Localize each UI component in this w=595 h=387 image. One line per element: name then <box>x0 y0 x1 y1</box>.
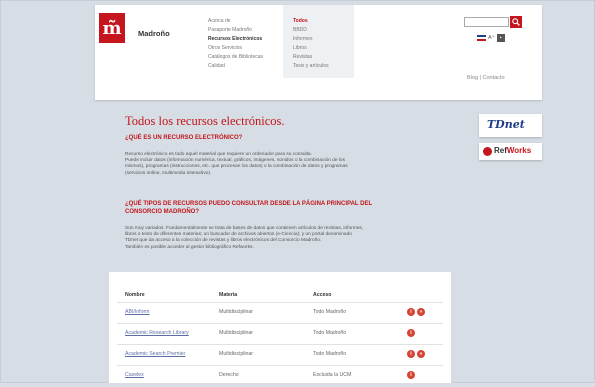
resource-materia: Multidisciplinar <box>219 330 254 336</box>
resource-link[interactable]: Academic Search Premier <box>125 351 185 357</box>
table-row: Caselex Derecho Excluida la UCM i <box>117 365 443 387</box>
english-flag-icon[interactable] <box>477 35 486 41</box>
column-header-acceso[interactable]: Acceso <box>313 292 331 298</box>
resources-table: Nombre Materia Acceso ABI/Inform Multidi… <box>109 272 451 383</box>
search-button[interactable] <box>510 16 522 28</box>
table-row: Academic Research Library Multidisciplin… <box>117 323 443 345</box>
table-row: ABI/Inform Multidisciplinar Todo Madroño… <box>117 302 443 324</box>
paragraph-types: Son muy variados. Fundamentalmente se tr… <box>125 226 364 250</box>
nav-item-acerca[interactable]: Acerca de <box>208 17 263 26</box>
resource-link[interactable]: Academic Research Library <box>125 330 189 336</box>
column-header-materia[interactable]: Materia <box>219 292 237 298</box>
section-heading-types: ¿QUÉ TIPOS DE RECURSOS PUEDO CONSULTAR D… <box>125 201 373 215</box>
paragraph-what-is: Recurso electrónico es todo aquel materi… <box>125 152 348 176</box>
brand-name[interactable]: Madroño <box>138 29 170 38</box>
nav-item-catalogos[interactable]: Catálogos de Bibliotecas <box>208 53 263 62</box>
main-nav: Acerca de Pasaporte Madroño Recursos Ele… <box>208 17 263 71</box>
page-title: Todos los recursos electrónicos. <box>125 114 285 128</box>
print-icon[interactable]: ▪ <box>496 34 505 42</box>
nav-item-calidad[interactable]: Calidad <box>208 62 263 71</box>
sub-nav: Todos BBDD Informes Libros Revistas Tesi… <box>293 17 329 71</box>
subnav-item-bbdd[interactable]: BBDD <box>293 26 329 35</box>
resource-acceso: Todo Madroño <box>313 351 347 357</box>
refworks-icon <box>483 147 492 156</box>
refworks-link[interactable]: RefWorks <box>479 143 542 160</box>
refworks-logo: RefWorks <box>494 146 532 155</box>
search-input[interactable] <box>464 17 509 27</box>
tdnet-logo: TDnet <box>487 118 525 131</box>
info-icon[interactable]: i <box>407 329 415 337</box>
resource-materia: Multidisciplinar <box>219 351 254 357</box>
resource-link[interactable]: Caselex <box>125 372 144 378</box>
subnav-item-libros[interactable]: Libros <box>293 44 329 53</box>
info-icon[interactable]: i <box>407 350 415 358</box>
resource-acceso: Excluida la UCM <box>313 372 352 378</box>
resource-materia: Derecho <box>219 372 239 378</box>
table-row: Academic Search Premier Multidisciplinar… <box>117 344 443 366</box>
subnav-item-revistas[interactable]: Revistas <box>293 53 329 62</box>
subnav-item-informes[interactable]: Informes <box>293 35 329 44</box>
access-icon[interactable]: » <box>417 308 425 316</box>
tdnet-link[interactable]: TDnet <box>479 114 542 137</box>
utility-icons: A⁺ ▪ <box>477 34 505 42</box>
utility-links[interactable]: Blog | Contacto <box>467 75 505 81</box>
resource-link[interactable]: ABI/Inform <box>125 309 150 315</box>
nav-item-otros-servicios[interactable]: Otros Servicios <box>208 44 263 53</box>
madrono-logo[interactable]: m̃ <box>99 13 125 43</box>
subnav-item-todos[interactable]: Todos <box>293 17 329 26</box>
section-heading-what-is: ¿QUÉ ES UN RECURSO ELECTRÓNICO? <box>125 135 243 141</box>
resource-materia: Multidisciplinar <box>219 309 254 315</box>
site-header: m̃ Madroño Acerca de Pasaporte Madroño R… <box>95 5 542 100</box>
info-icon[interactable]: i <box>407 308 415 316</box>
nav-item-pasaporte[interactable]: Pasaporte Madroño <box>208 26 263 35</box>
info-icon[interactable]: i <box>407 371 415 379</box>
nav-item-recursos[interactable]: Recursos Electrónicos <box>208 35 263 44</box>
access-icon[interactable]: » <box>417 350 425 358</box>
font-size-toggle[interactable]: A⁺ <box>488 35 495 41</box>
resource-acceso: Todo Madroño <box>313 330 347 336</box>
resource-acceso: Todo Madroño <box>313 309 347 315</box>
subnav-item-tesis[interactable]: Tesis y artículos <box>293 62 329 71</box>
search-icon <box>512 18 520 26</box>
column-header-nombre[interactable]: Nombre <box>125 292 145 298</box>
